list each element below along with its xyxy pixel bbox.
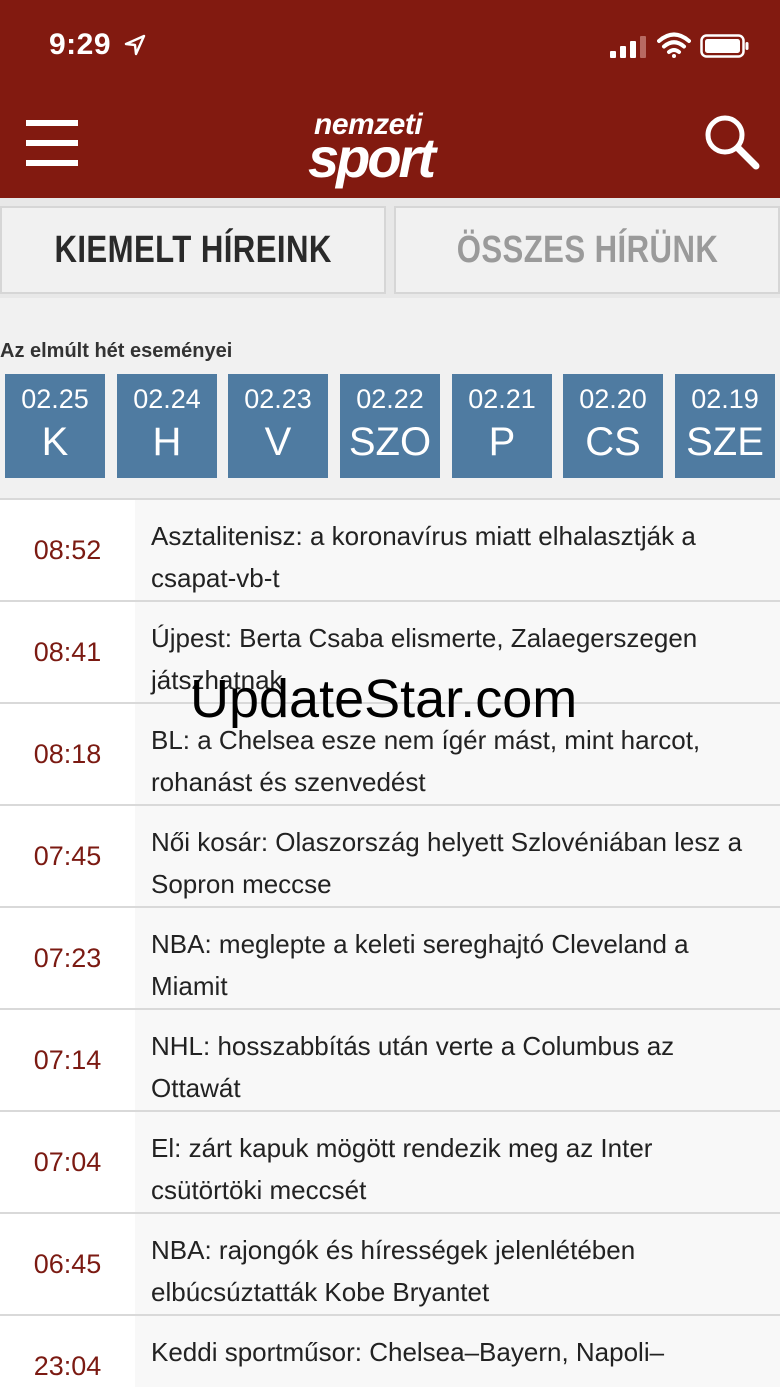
news-headline[interactable]: NBA: rajongók és hírességek jelenlétében… bbox=[135, 1214, 780, 1314]
tab-featured-news-label: KIEMELT HÍREINK bbox=[54, 228, 332, 271]
day-name: SZE bbox=[686, 420, 764, 464]
day-date: 02.23 bbox=[244, 384, 312, 414]
day-tile[interactable]: 02.21 P bbox=[452, 374, 552, 478]
news-headline[interactable]: El: zárt kapuk mögött rendezik meg az In… bbox=[135, 1112, 780, 1212]
news-time: 23:04 bbox=[0, 1316, 135, 1387]
week-events-title: Az elmúlt hét eseményei bbox=[0, 340, 233, 362]
day-date: 02.20 bbox=[579, 384, 647, 414]
news-item[interactable]: 07:14 NHL: hosszabbítás után verte a Col… bbox=[0, 1008, 780, 1110]
day-name: CS bbox=[585, 420, 641, 464]
logo-bottom-text: sport bbox=[308, 126, 436, 189]
day-tile[interactable]: 02.25 K bbox=[5, 374, 105, 478]
week-events-section: Az elmúlt hét eseményei 02.25 K 02.24 H … bbox=[0, 298, 780, 498]
day-name: P bbox=[488, 420, 516, 464]
news-tabs: KIEMELT HÍREINK ÖSSZES HÍRÜNK bbox=[0, 198, 780, 298]
cellular-signal-icon bbox=[610, 36, 646, 58]
search-icon[interactable] bbox=[702, 112, 760, 170]
news-item[interactable]: 08:41 Újpest: Berta Csaba elismerte, Zal… bbox=[0, 600, 780, 702]
news-headline[interactable]: Újpest: Berta Csaba elismerte, Zalaegers… bbox=[135, 602, 780, 702]
day-date: 02.21 bbox=[468, 384, 536, 414]
day-tile[interactable]: 02.19 SZE bbox=[675, 374, 775, 478]
tab-all-news-label: ÖSSZES HÍRÜNK bbox=[456, 228, 718, 271]
day-name: K bbox=[41, 420, 69, 464]
news-headline[interactable]: NBA: meglepte a keleti sereghajtó Clevel… bbox=[135, 908, 780, 1008]
wifi-icon bbox=[657, 32, 691, 58]
news-item[interactable]: 07:45 Női kosár: Olaszország helyett Szl… bbox=[0, 804, 780, 906]
day-date: 02.19 bbox=[691, 384, 759, 414]
news-headline[interactable]: Asztalitenisz: a koronavírus miatt elhal… bbox=[135, 500, 780, 600]
day-selector: 02.25 K 02.24 H 02.23 V 02.22 SZO 02.21 … bbox=[0, 374, 780, 478]
day-tile[interactable]: 02.22 SZO bbox=[340, 374, 440, 478]
day-name: SZO bbox=[348, 420, 432, 464]
nemzeti-sport-logo[interactable]: nemzeti sport bbox=[300, 106, 480, 186]
news-time: 08:18 bbox=[0, 704, 135, 804]
news-item[interactable]: 07:04 El: zárt kapuk mögött rendezik meg… bbox=[0, 1110, 780, 1212]
location-arrow-icon bbox=[124, 34, 146, 56]
day-name: V bbox=[264, 420, 292, 464]
news-headline[interactable]: NHL: hosszabbítás után verte a Columbus … bbox=[135, 1010, 780, 1110]
day-tile[interactable]: 02.23 V bbox=[228, 374, 328, 478]
news-time: 07:14 bbox=[0, 1010, 135, 1110]
app-header: nemzeti sport bbox=[0, 92, 780, 198]
news-time: 07:45 bbox=[0, 806, 135, 906]
day-date: 02.25 bbox=[21, 384, 89, 414]
tab-featured-news[interactable]: KIEMELT HÍREINK bbox=[0, 206, 386, 294]
news-item[interactable]: 08:18 BL: a Chelsea esze nem ígér mást, … bbox=[0, 702, 780, 804]
tab-all-news[interactable]: ÖSSZES HÍRÜNK bbox=[394, 206, 780, 294]
news-time: 08:41 bbox=[0, 602, 135, 702]
news-time: 06:45 bbox=[0, 1214, 135, 1314]
status-bar: 9:29 bbox=[0, 0, 780, 92]
day-tile[interactable]: 02.20 CS bbox=[563, 374, 663, 478]
battery-icon bbox=[700, 34, 749, 58]
news-headline[interactable]: Keddi sportműsor: Chelsea–Bayern, Napoli… bbox=[135, 1316, 780, 1387]
day-date: 02.22 bbox=[356, 384, 424, 414]
hamburger-menu-icon[interactable] bbox=[26, 118, 78, 168]
status-time: 9:29 bbox=[49, 28, 112, 61]
day-tile[interactable]: 02.24 H bbox=[117, 374, 217, 478]
news-time: 08:52 bbox=[0, 500, 135, 600]
news-time: 07:23 bbox=[0, 908, 135, 1008]
news-item[interactable]: 07:23 NBA: meglepte a keleti sereghajtó … bbox=[0, 906, 780, 1008]
news-item[interactable]: 08:52 Asztalitenisz: a koronavírus miatt… bbox=[0, 498, 780, 600]
news-item[interactable]: 06:45 NBA: rajongók és hírességek jelenl… bbox=[0, 1212, 780, 1314]
day-name: H bbox=[152, 420, 182, 464]
news-headline[interactable]: BL: a Chelsea esze nem ígér mást, mint h… bbox=[135, 704, 780, 804]
news-time: 07:04 bbox=[0, 1112, 135, 1212]
day-date: 02.24 bbox=[133, 384, 201, 414]
news-headline[interactable]: Női kosár: Olaszország helyett Szlovéniá… bbox=[135, 806, 780, 906]
news-item[interactable]: 23:04 Keddi sportműsor: Chelsea–Bayern, … bbox=[0, 1314, 780, 1387]
